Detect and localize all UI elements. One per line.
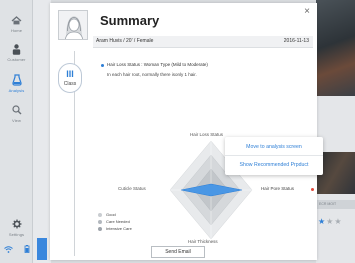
background-rating: ★★★ (318, 217, 354, 226)
sidebar-status-icons (4, 244, 30, 254)
wifi-icon (4, 240, 13, 258)
legend-label: Intensive Care (106, 226, 132, 231)
radar-label-hair-pore: Hair Pore Status (261, 186, 295, 191)
legend-item: Good (98, 211, 132, 218)
customer-icon (10, 43, 24, 55)
radar-label-thickness: Hair Thickness (188, 239, 218, 244)
class-badge: III Class (58, 63, 82, 93)
radar-label-cuticle: Cuticle Status (118, 186, 146, 191)
alert-dot-icon (311, 188, 314, 191)
sidebar-item-analysis[interactable]: Analysis (0, 74, 33, 100)
hair-loss-status: Hair Loss Status : Woman Type (Mild to M… (107, 62, 208, 67)
sidebar-item-home[interactable]: Home (0, 14, 33, 40)
background-panel (33, 0, 51, 263)
legend-item: Care Needed (98, 218, 132, 225)
status-bullet-icon (101, 64, 104, 67)
sidebar-item-label: Customer (7, 57, 26, 62)
analysis-icon (10, 74, 24, 86)
avatar (58, 10, 88, 40)
patient-info: Aram Huvis / 20' / Female (96, 38, 154, 44)
summary-modal: Summary × Aram Huvis / 20' / Female 2016… (50, 3, 317, 260)
send-email-button[interactable]: Send Email (151, 246, 205, 258)
app-sidebar: Home Customer Analysis View Settings (0, 0, 33, 263)
sidebar-item-view[interactable]: View (0, 104, 33, 130)
sidebar-item-label: Analysis (8, 88, 25, 93)
context-menu: Move to analysis screen Show Recommended… (225, 137, 323, 175)
star-icon: ★ (318, 217, 327, 226)
sidebar-item-label: Home (10, 28, 23, 33)
sidebar-item-label: Settings (8, 232, 25, 237)
exam-date: 2016-11-13 (283, 38, 309, 44)
gear-icon (10, 218, 24, 230)
search-icon (10, 104, 24, 116)
background-scalp-image (316, 0, 355, 96)
legend-swatch (98, 219, 102, 224)
female-avatar-icon (64, 16, 84, 39)
move-to-analysis-menu-item[interactable]: Move to analysis screen (225, 138, 323, 156)
battery-icon (24, 240, 30, 258)
legend-swatch (98, 226, 102, 231)
close-icon: × (304, 6, 310, 17)
close-button[interactable]: × (302, 7, 312, 17)
legend-label: Care Needed (106, 219, 130, 224)
show-recommended-menu-item[interactable]: Show Recommended Prpduct (225, 156, 323, 174)
legend-swatch (98, 212, 102, 217)
radar-label-hair-loss: Hair Loss Status (190, 132, 224, 137)
home-icon (10, 14, 24, 26)
legend-label: Good (106, 212, 116, 217)
sidebar-item-label: View (12, 118, 21, 123)
sidebar-item-customer[interactable]: Customer (0, 43, 33, 69)
page-title: Summary (100, 13, 160, 28)
class-label: Class (63, 81, 77, 87)
legend-item: Intensive Care (98, 225, 132, 232)
star-icon: ★ (334, 217, 343, 226)
patient-info-bar: Aram Huvis / 20' / Female 2016-11-13 (93, 36, 313, 48)
status-description: In each hair root, normally there isonly… (107, 72, 197, 77)
class-grade: III (66, 69, 74, 79)
background-chip: ECR MOIT (316, 200, 355, 209)
radar-legend: Good Care Needed Intensive Care (98, 211, 132, 232)
background-action-button[interactable] (37, 238, 47, 260)
